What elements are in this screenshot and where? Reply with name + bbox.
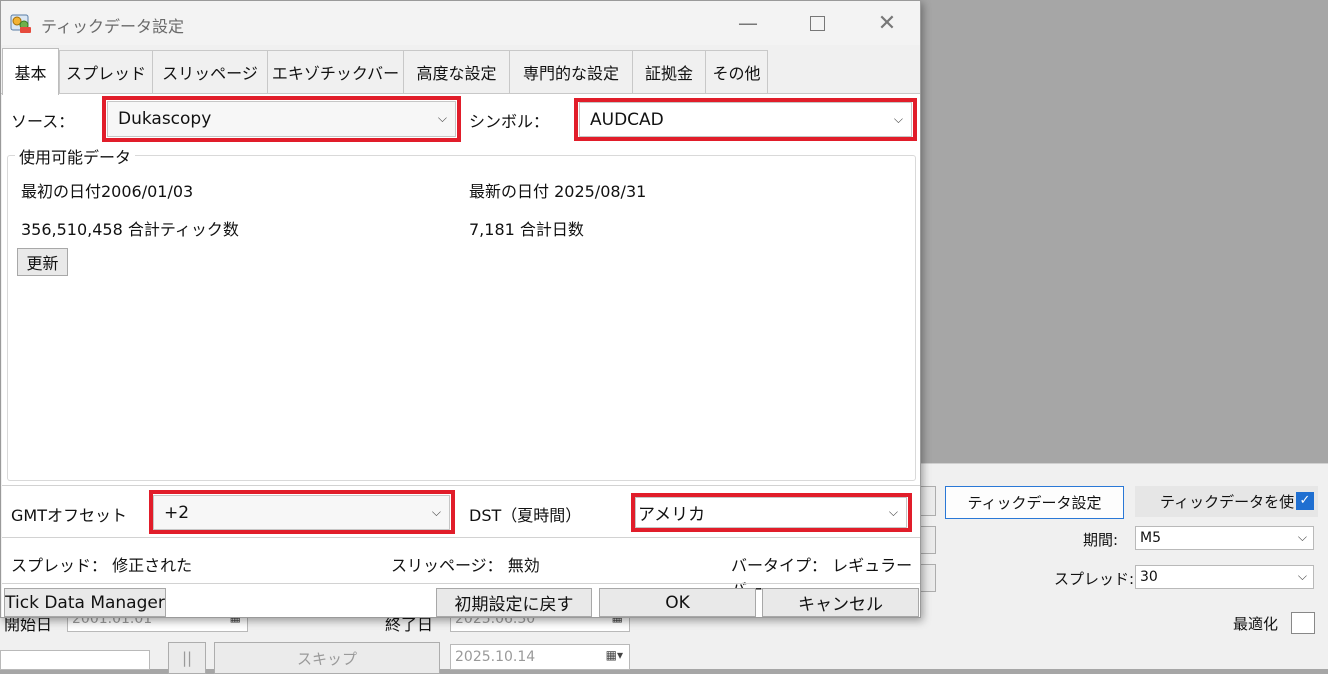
refresh-button[interactable]: 更新 — [17, 248, 68, 276]
spread-status: スプレッド： 修正された — [11, 556, 193, 575]
slippage-status: スリッページ： 無効 — [391, 556, 540, 575]
background-button-edge-2[interactable] — [920, 526, 936, 554]
spread-value: 30 — [1140, 569, 1158, 585]
tick-data-settings-dialog: ティックデータ設定 — ✕ 基本 スプレッド スリッページ エキゾチックバー 高… — [0, 0, 921, 618]
skip-date-value: 2025.10.14 — [455, 649, 536, 665]
dst-label: DST（夏時間） — [469, 506, 582, 525]
tab-basic[interactable]: 基本 — [2, 48, 59, 95]
skip-button[interactable]: スキップ — [214, 642, 440, 674]
tick-data-settings-button[interactable]: ティックデータ設定 — [945, 486, 1124, 519]
reset-defaults-button[interactable]: 初期設定に戻す — [436, 588, 592, 617]
last-date-text: 最新の日付 2025/08/31 — [469, 182, 647, 201]
tab-strip: 基本 スプレッド スリッページ エキゾチックバー 高度な設定 専門的な設定 証拠… — [1, 48, 920, 95]
tab-expert[interactable]: 専門的な設定 — [509, 50, 633, 93]
available-data-group — [7, 155, 916, 481]
gmt-offset-select[interactable]: +2 ⌵ — [153, 495, 450, 530]
first-date-text: 最初の日付2006/01/03 — [21, 182, 194, 201]
background-button-edge-1[interactable] — [920, 486, 936, 516]
gmt-offset-label: GMTオフセット — [11, 506, 127, 525]
available-data-title: 使用可能データ — [15, 144, 136, 168]
chevron-down-icon: ⌵ — [437, 110, 447, 125]
tab-exotic-bars[interactable]: エキゾチックバー — [267, 50, 404, 93]
period-label: 期間: — [1083, 531, 1119, 549]
cancel-button[interactable]: キャンセル — [762, 588, 919, 617]
separator-middle — [2, 537, 920, 538]
close-button[interactable]: ✕ — [852, 1, 922, 45]
symbol-label: シンボル： — [469, 112, 550, 131]
chevron-down-icon: ⌵ — [1297, 569, 1307, 583]
app-icon — [10, 14, 31, 33]
chevron-down-icon: ⌵ — [431, 504, 441, 519]
skip-date-field[interactable]: 2025.10.14 ▦▾ — [450, 644, 630, 670]
symbol-value: AUDCAD — [590, 109, 664, 130]
optimize-checkbox[interactable] — [1291, 612, 1315, 634]
background-button-edge-3[interactable] — [920, 564, 936, 592]
tick-data-manager-button[interactable]: Tick Data Manager — [4, 588, 166, 617]
tab-spread[interactable]: スプレッド — [59, 50, 153, 93]
spread-label: スプレッド: — [1054, 570, 1135, 588]
dst-select[interactable]: アメリカ ⌵ — [635, 497, 907, 528]
tab-other[interactable]: その他 — [705, 50, 768, 93]
progress-field — [0, 650, 150, 670]
source-select[interactable]: Dukascopy ⌵ — [107, 101, 456, 137]
tab-slippage[interactable]: スリッページ — [152, 50, 268, 93]
maximize-icon — [809, 15, 825, 31]
pause-button[interactable]: || — [168, 642, 206, 674]
optimize-label: 最適化 — [1233, 615, 1279, 633]
minimize-icon: — — [738, 11, 758, 35]
tab-advanced[interactable]: 高度な設定 — [403, 50, 510, 93]
close-icon: ✕ — [877, 10, 897, 36]
period-value: M5 — [1140, 530, 1161, 546]
chevron-down-icon: ⌵ — [1297, 530, 1307, 544]
gmt-offset-value: +2 — [164, 502, 190, 523]
maximize-button[interactable] — [782, 1, 852, 45]
separator-top — [2, 485, 920, 486]
use-tick-data-label: ティックデータを使う — [1160, 493, 1310, 511]
use-tick-data-checkbox[interactable]: ✓ — [1296, 492, 1314, 510]
minimize-button[interactable]: — — [713, 1, 783, 45]
chevron-down-icon: ⌵ — [888, 504, 898, 519]
dialog-title: ティックデータ設定 — [41, 17, 185, 36]
title-bar[interactable]: ティックデータ設定 — ✕ — [1, 1, 920, 45]
dst-value: アメリカ — [638, 505, 706, 525]
chevron-down-icon: ⌵ — [893, 111, 903, 126]
calendar-icon: ▦▾ — [605, 648, 623, 662]
period-select[interactable]: M5 ⌵ — [1135, 526, 1314, 550]
symbol-select[interactable]: AUDCAD ⌵ — [579, 102, 912, 137]
source-value: Dukascopy — [118, 109, 212, 129]
total-days-text: 7,181 合計日数 — [469, 220, 584, 239]
separator-bottom — [2, 583, 920, 584]
ok-button[interactable]: OK — [599, 588, 756, 617]
tab-margin[interactable]: 証拠金 — [632, 50, 706, 93]
total-ticks-text: 356,510,458 合計ティック数 — [21, 220, 239, 239]
source-label: ソース： — [11, 112, 75, 131]
spread-select[interactable]: 30 ⌵ — [1135, 565, 1314, 589]
